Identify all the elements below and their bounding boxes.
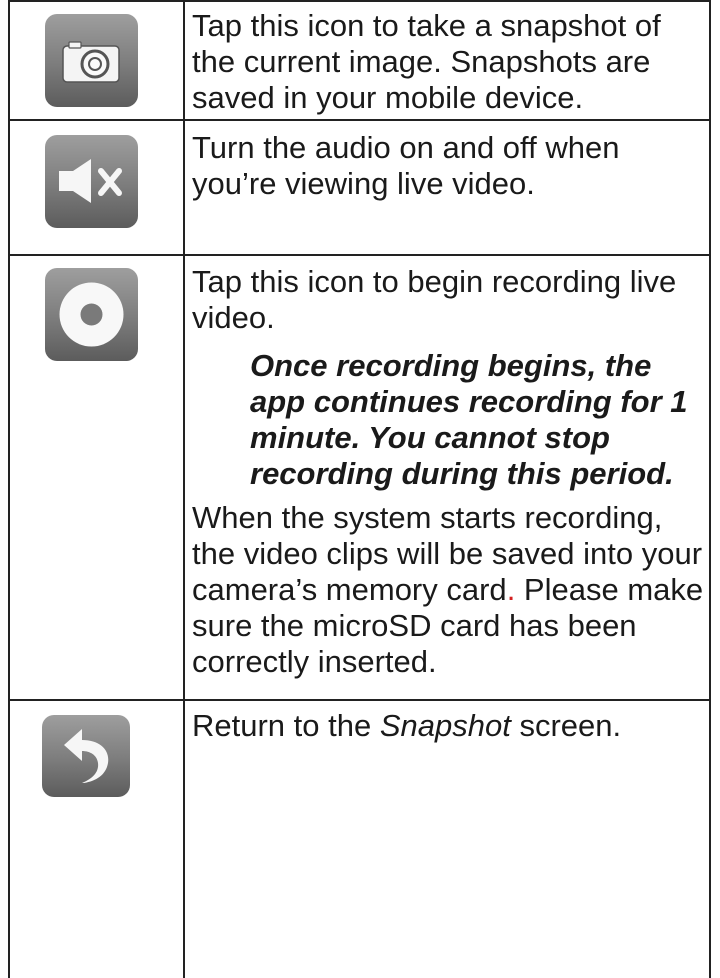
mute-icon[interactable] <box>45 135 138 228</box>
back-icon[interactable] <box>42 715 130 797</box>
camera-description-text: Tap this icon to take a snapshot of the … <box>192 8 661 115</box>
record-description-text: Tap this icon to begin recording live vi… <box>192 264 677 335</box>
icon-description-table: Tap this icon to take a snapshot of the … <box>8 0 711 978</box>
table-border-top <box>8 0 711 2</box>
row-divider <box>8 119 711 121</box>
row-divider <box>8 254 711 256</box>
table-border-left <box>8 0 10 978</box>
mute-description-text: Turn the audio on and off when you’re vi… <box>192 130 620 201</box>
mute-description: Turn the audio on and off when you’re vi… <box>185 130 711 202</box>
back-text-after: screen. <box>510 708 622 743</box>
back-description: Return to the Snapshot screen. <box>185 708 711 744</box>
back-text-italic: Snapshot <box>379 708 511 743</box>
back-text-before: Return to the <box>192 708 380 743</box>
camera-description: Tap this icon to take a snapshot of the … <box>185 8 711 116</box>
camera-icon[interactable] <box>45 14 138 107</box>
record-note: Once recording begins, the app continues… <box>250 348 688 491</box>
record-icon[interactable] <box>45 268 138 361</box>
record-description: Tap this icon to begin recording live vi… <box>185 264 711 680</box>
record-details: When the system starts recording, the vi… <box>192 500 705 680</box>
back-description-text: Return to the Snapshot screen. <box>192 708 705 744</box>
row-divider <box>8 699 711 701</box>
